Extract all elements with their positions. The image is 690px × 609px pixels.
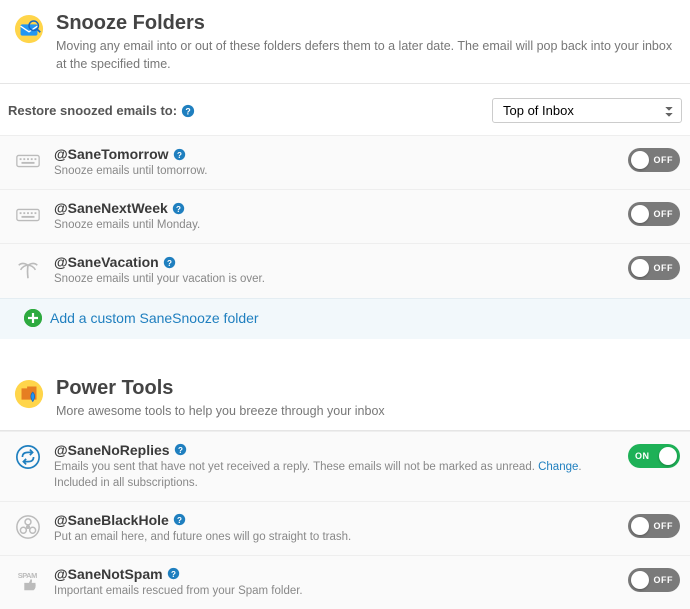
folder-row: @SaneVacation ? Snooze emails until your… [0, 243, 690, 297]
tool-name: @SaneNoReplies ? [54, 442, 616, 458]
change-link[interactable]: Change [538, 461, 578, 473]
folder-name: @SaneVacation ? [54, 254, 616, 270]
snooze-folder-list: @SaneTomorrow ? Snooze emails until tomo… [0, 135, 690, 338]
svg-text:?: ? [177, 151, 182, 160]
add-custom-folder-label: Add a custom SaneSnooze folder [50, 310, 259, 326]
snooze-section-description: Moving any email into or out of these fo… [56, 37, 676, 73]
help-icon[interactable]: ? [173, 147, 187, 161]
biohazard-icon [14, 513, 42, 541]
spam-thumb-icon: SPAM [14, 567, 42, 595]
svg-text:?: ? [167, 259, 172, 268]
plus-icon [24, 309, 42, 327]
palm-tree-icon [14, 255, 42, 283]
toggle-switch[interactable]: OFF [628, 148, 680, 172]
folder-row: @SaneTomorrow ? Snooze emails until tomo… [0, 135, 690, 189]
snooze-section-icon [14, 14, 44, 44]
power-section-icon [14, 379, 44, 409]
tool-description: Important emails rescued from your Spam … [54, 583, 616, 599]
power-tools-list: @SaneNoReplies ? Emails you sent that ha… [0, 431, 690, 609]
svg-text:?: ? [178, 446, 183, 455]
restore-select[interactable]: Top of Inbox [492, 98, 682, 123]
restore-row: Restore snoozed emails to: ? Top of Inbo… [0, 84, 690, 135]
tool-row: @SaneBlackHole ? Put an email here, and … [0, 501, 690, 555]
help-icon[interactable]: ? [163, 255, 177, 269]
tool-row: @SaneNoReplies ? Emails you sent that ha… [0, 431, 690, 501]
toggle-switch[interactable]: OFF [628, 256, 680, 280]
restore-label: Restore snoozed emails to: [8, 103, 177, 118]
tool-name: @SaneNotSpam ? [54, 566, 616, 582]
add-custom-folder-button[interactable]: Add a custom SaneSnooze folder [0, 298, 690, 339]
help-icon[interactable]: ? [174, 443, 188, 457]
tool-name: @SaneBlackHole ? [54, 512, 616, 528]
folder-name: @SaneNextWeek ? [54, 200, 616, 216]
help-icon[interactable]: ? [181, 104, 195, 118]
help-icon[interactable]: ? [173, 513, 187, 527]
tool-row: SPAM @SaneNotSpam ? Important emails res… [0, 555, 690, 609]
keyboard-icon [14, 147, 42, 175]
svg-text:?: ? [177, 516, 182, 525]
snooze-section-title: Snooze Folders [56, 12, 676, 35]
keyboard-icon [14, 201, 42, 229]
folder-name: @SaneTomorrow ? [54, 146, 616, 162]
help-icon[interactable]: ? [172, 201, 186, 215]
tool-description: Put an email here, and future ones will … [54, 529, 616, 545]
folder-description: Snooze emails until Monday. [54, 217, 616, 233]
tool-description: Emails you sent that have not yet receiv… [54, 459, 616, 491]
svg-text:SPAM: SPAM [18, 571, 37, 580]
svg-text:?: ? [176, 205, 181, 214]
folder-description: Snooze emails until tomorrow. [54, 163, 616, 179]
restore-label-group: Restore snoozed emails to: ? [8, 103, 195, 118]
power-section-header: Power Tools More awesome tools to help y… [0, 371, 690, 431]
snooze-section-header: Snooze Folders Moving any email into or … [0, 0, 690, 84]
svg-text:?: ? [185, 106, 190, 116]
toggle-switch[interactable]: OFF [628, 202, 680, 226]
power-section-title: Power Tools [56, 377, 385, 400]
toggle-switch[interactable]: OFF [628, 568, 680, 592]
power-section-description: More awesome tools to help you breeze th… [56, 402, 385, 420]
folder-row: @SaneNextWeek ? Snooze emails until Mond… [0, 189, 690, 243]
reply-arrow-icon [14, 443, 42, 471]
help-icon[interactable]: ? [167, 567, 181, 581]
folder-description: Snooze emails until your vacation is ove… [54, 271, 616, 287]
toggle-switch[interactable]: OFF [628, 514, 680, 538]
svg-text:?: ? [171, 570, 176, 579]
toggle-switch[interactable]: ON [628, 444, 680, 468]
